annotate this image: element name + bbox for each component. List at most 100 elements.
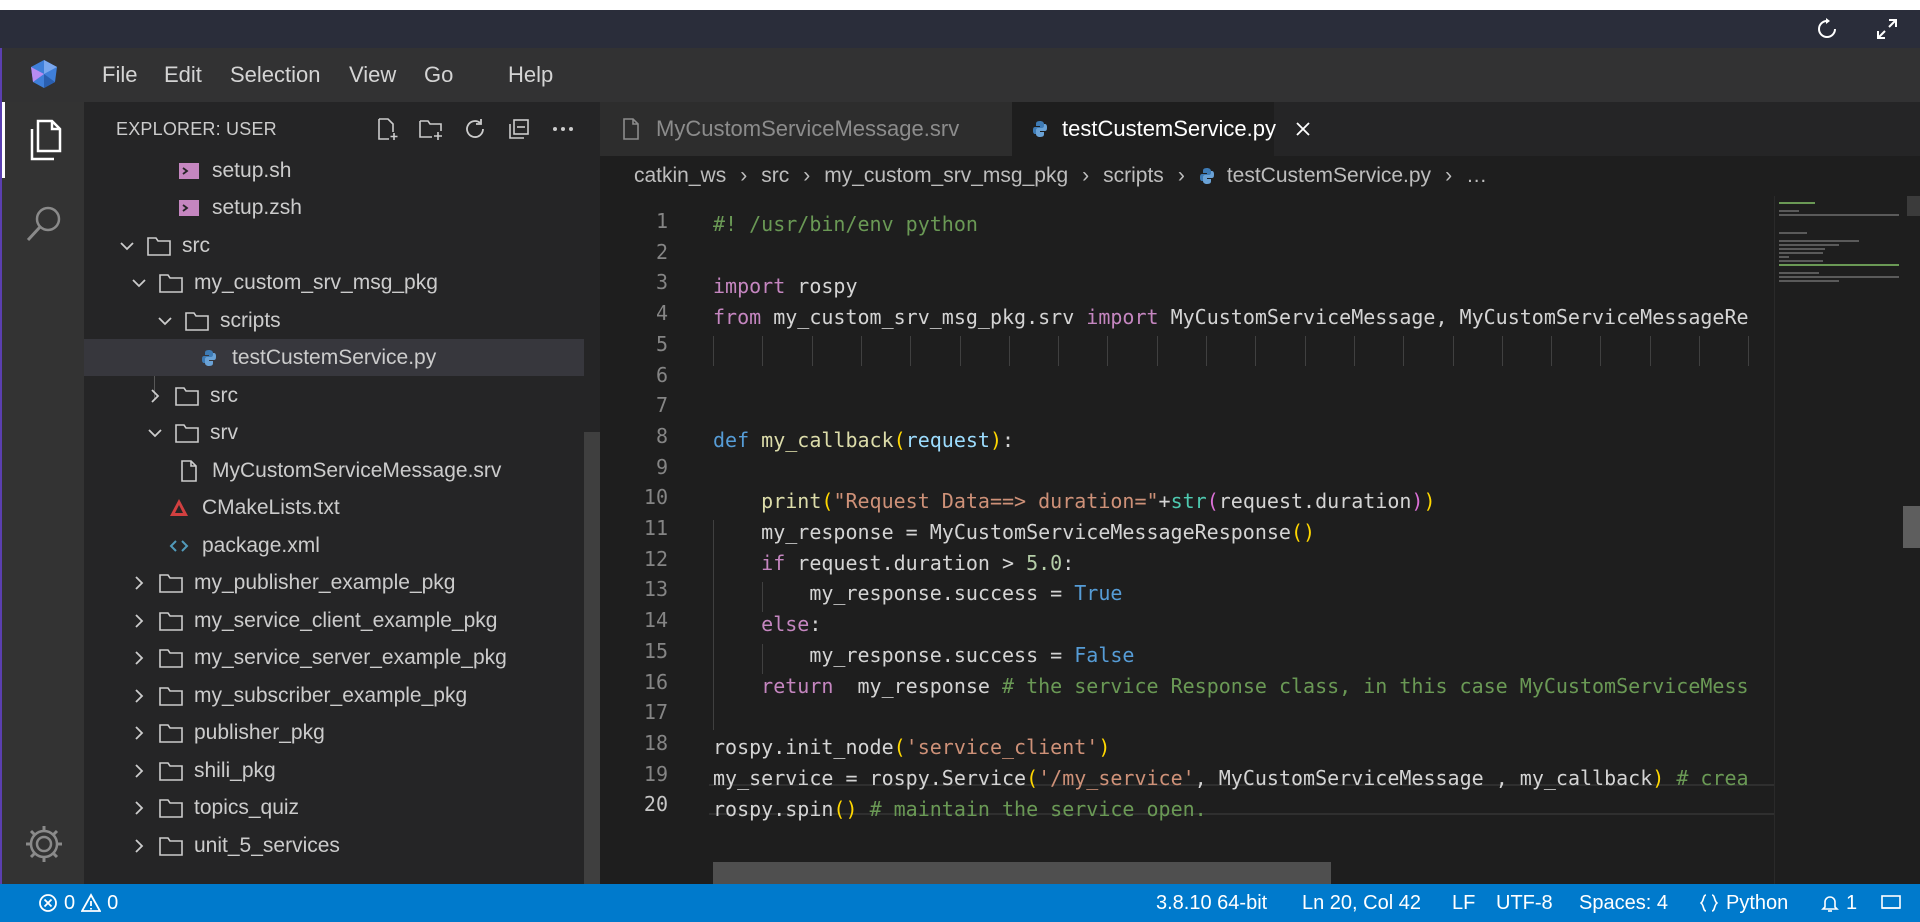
chevron-down-icon[interactable] [144,422,166,444]
tree-file[interactable]: setup.zsh [84,189,584,226]
chevron-down-icon[interactable] [128,272,150,294]
indent-guide [1107,336,1109,366]
code-line-19: my_service = rospy.Service('/my_service'… [713,766,1749,790]
menu-file[interactable]: File [102,62,137,88]
more-icon[interactable] [548,114,578,144]
end-of-line[interactable]: LF [1452,884,1475,922]
activity-bar [0,102,84,884]
gear-icon[interactable] [2,806,86,882]
python-icon [196,347,222,369]
tree-folder[interactable]: srv [84,414,584,451]
python-interpreter[interactable]: 3.8.10 64-bit [1156,884,1267,922]
horizontal-scrollbar[interactable] [713,862,1331,884]
folder-icon [158,760,184,782]
line-number: 1 [655,209,668,233]
menu-view[interactable]: View [349,62,396,88]
chevron-right-icon: › [740,164,748,187]
tree-folder[interactable]: src [84,227,584,264]
tree-folder[interactable]: unit_5_services [84,827,584,864]
line-number: 11 [643,516,668,540]
tree-folder[interactable]: my_publisher_example_pkg [84,564,584,601]
explorer-icon[interactable] [2,102,86,178]
line-number: 7 [655,393,668,418]
minimap-line [1779,252,1823,254]
minimap-scroll-thumb[interactable] [1903,506,1920,548]
chevron-down-icon[interactable] [116,235,138,257]
tree-folder[interactable]: scripts [84,302,584,339]
refresh-icon[interactable] [460,114,490,144]
breadcrumb-item-file[interactable]: testCustemService.py [1199,164,1431,188]
chevron-right-icon[interactable] [128,572,150,594]
cursor-position[interactable]: Ln 20, Col 42 [1302,884,1421,922]
new-folder-icon[interactable] [416,114,446,144]
tab-label: MyCustomServiceMessage.srv [656,116,960,141]
collapse-all-icon[interactable] [504,114,534,144]
breadcrumb-item[interactable]: scripts [1103,164,1164,188]
tree-file[interactable]: CMakeLists.txt [84,489,584,526]
encoding[interactable]: UTF-8 [1496,884,1553,922]
code-line-3: import rospy [713,274,858,298]
tree-folder[interactable]: my_service_server_example_pkg [84,639,584,676]
language-mode[interactable]: Python [1700,884,1788,922]
python-icon [1199,167,1215,185]
chevron-right-icon[interactable] [128,610,150,632]
close-icon[interactable] [1294,120,1312,138]
chevron-right-icon[interactable] [128,647,150,669]
menu-help[interactable]: Help [508,62,553,88]
indent-guide [1255,336,1257,366]
indent-guide [910,336,912,366]
fullscreen-icon[interactable] [1872,14,1902,44]
search-icon[interactable] [2,186,86,262]
new-file-icon[interactable] [372,114,402,144]
minimap-line [1779,276,1899,278]
indent-guide [1206,336,1207,366]
tree-item-label: package.xml [202,533,320,557]
chevron-right-icon[interactable] [128,835,150,857]
tree-folder[interactable]: src [84,377,584,414]
feedback-icon[interactable] [1880,884,1902,922]
code-line-18: rospy.init_node('service_client') [713,735,1111,759]
chevron-down-icon[interactable] [154,310,176,332]
chevron-right-icon[interactable] [128,722,150,744]
tree-file[interactable]: testCustemService.py [84,339,584,376]
indentation[interactable]: Spaces: 4 [1579,884,1668,922]
breadcrumb-item-label: testCustemService.py [1226,164,1432,187]
code-editor[interactable]: #! /usr/bin/env python import rospy from… [600,196,1774,884]
tab-srv-file[interactable]: MyCustomServiceMessage.srv [600,102,1012,156]
breadcrumb-item[interactable]: catkin_ws [634,164,726,188]
tree-folder[interactable]: shili_pkg [84,752,584,789]
title-bar [0,10,1920,48]
chevron-right-icon[interactable] [144,385,166,407]
minimap[interactable] [1774,196,1920,884]
explorer-scrollbar[interactable] [584,432,600,884]
minimap-line [1779,256,1789,258]
minimap-line [1779,232,1807,234]
explorer-title: EXPLORER: USER [116,119,277,139]
line-number: 16 [643,669,668,694]
problems-indicator[interactable]: 0 0 [38,884,118,922]
tree-file[interactable]: setup.sh [84,152,584,189]
menu-go[interactable]: Go [424,62,453,88]
breadcrumb-ellipsis[interactable]: … [1466,164,1487,188]
tree-folder[interactable]: my_service_client_example_pkg [84,602,584,639]
chevron-right-icon[interactable] [128,797,150,819]
minimap-slider[interactable] [1907,196,1920,216]
tree-folder[interactable]: my_custom_srv_msg_pkg [84,264,584,301]
breadcrumb-item[interactable]: src [761,164,789,188]
tab-python-file[interactable]: testCustemService.py [1012,102,1310,156]
refresh-window-icon[interactable] [1812,14,1842,44]
breadcrumb-item[interactable]: my_custom_srv_msg_pkg [824,164,1068,188]
tree-file[interactable]: MyCustomServiceMessage.srv [84,452,584,489]
error-count: 0 [64,891,76,914]
indent-guide [713,336,714,366]
tree-file[interactable]: package.xml [84,527,584,564]
tree-folder[interactable]: publisher_pkg [84,714,584,751]
notifications[interactable]: 1 [1820,884,1857,922]
menu-selection[interactable]: Selection [230,62,321,88]
tree-folder[interactable]: my_subscriber_example_pkg [84,677,584,714]
indent-guide [1649,336,1651,366]
tree-folder[interactable]: topics_quiz [84,789,584,826]
chevron-right-icon[interactable] [128,760,150,782]
menu-edit[interactable]: Edit [164,62,202,88]
chevron-right-icon[interactable] [128,685,150,707]
